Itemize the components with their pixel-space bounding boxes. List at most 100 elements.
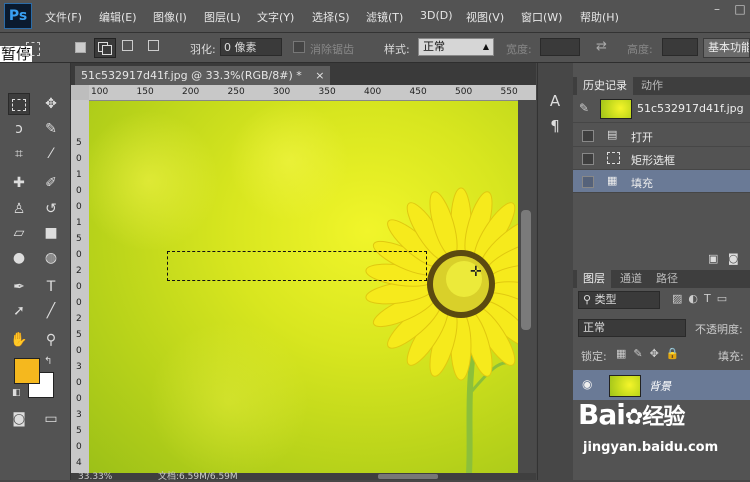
history-item-open[interactable]: ▤ 打开: [573, 124, 750, 147]
ruler-v-label: 2: [76, 266, 82, 276]
document-tab[interactable]: 51c532917d41f.jpg @ 33.3%(RGB/8#) * ×: [75, 66, 331, 85]
horizontal-scroll-thumb[interactable]: [378, 474, 438, 479]
layer-row-background[interactable]: ◉ 背景: [573, 370, 750, 400]
blur-tool-icon[interactable]: ●: [8, 247, 30, 269]
gradient-tool-icon[interactable]: ■: [40, 222, 62, 244]
menu-layer[interactable]: 图层(L): [204, 9, 241, 25]
vertical-scroll-thumb[interactable]: [521, 210, 531, 330]
ruler-v-label: 0: [76, 250, 82, 260]
history-item-label: 打开: [631, 131, 653, 144]
ruler-v-label: 1: [76, 170, 82, 180]
pen-tool-icon[interactable]: ✒: [8, 276, 30, 298]
add-selection-button[interactable]: [94, 38, 116, 58]
height-input[interactable]: [662, 38, 698, 56]
tab-paths[interactable]: 路径: [650, 270, 684, 288]
new-snapshot-icon[interactable]: ▣: [708, 252, 718, 265]
quick-mask-icon[interactable]: ◙: [8, 408, 30, 430]
tab-history[interactable]: 历史记录: [577, 77, 633, 95]
paw-icon: ✿: [624, 405, 643, 430]
menu-edit[interactable]: 编辑(E): [99, 9, 137, 25]
character-panel-icon[interactable]: A: [543, 90, 567, 112]
menu-select[interactable]: 选择(S): [312, 9, 350, 25]
foreground-color-swatch[interactable]: [14, 358, 40, 384]
subtract-selection-icon[interactable]: [122, 40, 133, 51]
document-icon: ▤: [607, 128, 618, 141]
swap-colors-icon[interactable]: ↰: [44, 356, 52, 367]
zoom-tool-icon[interactable]: ⚲: [40, 329, 62, 351]
workspace-button[interactable]: 基本功能: [703, 38, 750, 58]
history-item-marquee[interactable]: 矩形选框: [573, 147, 750, 170]
ruler-v-label: 5: [76, 234, 82, 244]
swap-icon[interactable]: ⇄: [596, 39, 607, 54]
search-icon: ⚲: [583, 293, 595, 306]
add-selection-icon-front: [102, 45, 112, 55]
maximize-button[interactable]: □: [728, 0, 750, 18]
layer-filter-icons[interactable]: ▨◐T▭: [672, 292, 733, 305]
menu-window[interactable]: 窗口(W): [521, 9, 562, 25]
width-input[interactable]: [540, 38, 580, 56]
baidu-logo: Bai✿经验: [578, 398, 685, 431]
brush-tool-icon[interactable]: ✐: [40, 172, 62, 194]
feather-input[interactable]: 0 像素: [220, 38, 282, 56]
crop-tool-icon[interactable]: ⌗: [8, 143, 30, 165]
eraser-tool-icon[interactable]: ▱: [8, 222, 30, 244]
history-item-checkbox[interactable]: [582, 176, 594, 188]
eyedropper-tool-icon[interactable]: ⁄: [40, 143, 62, 165]
line-tool-icon[interactable]: ╱: [40, 300, 62, 322]
hand-tool-icon[interactable]: ✋: [8, 329, 30, 351]
lock-icons[interactable]: ▦✎✥🔒: [616, 347, 687, 360]
history-brush-tool-icon[interactable]: ↺: [40, 198, 62, 220]
blend-mode-select[interactable]: 正常: [578, 319, 686, 337]
menu-image[interactable]: 图像(I): [153, 9, 187, 25]
ruler-v-label: 0: [76, 282, 82, 292]
snapshot-name: 51c532917d41f.jpg: [637, 102, 744, 115]
chevron-down-icon: ▲: [482, 42, 489, 51]
path-select-tool-icon[interactable]: ➚: [8, 300, 30, 322]
ruler-v-label: 5: [76, 426, 82, 436]
tab-actions[interactable]: 动作: [635, 77, 669, 95]
history-snapshot[interactable]: ✎ 51c532917d41f.jpg: [573, 96, 750, 123]
history-item-checkbox[interactable]: [582, 130, 594, 142]
new-selection-icon[interactable]: [75, 42, 86, 53]
lasso-tool-icon[interactable]: ↄ: [8, 118, 30, 140]
camera-icon[interactable]: ◙: [728, 252, 739, 265]
fill-icon: ▦: [607, 174, 618, 187]
width-label: 宽度:: [506, 43, 532, 56]
menu-type[interactable]: 文字(Y): [257, 9, 294, 25]
type-tool-icon[interactable]: T: [40, 276, 62, 298]
move-tool-icon[interactable]: ✥: [40, 93, 62, 115]
zoom-level[interactable]: 33.33%: [78, 473, 112, 482]
intersect-selection-icon[interactable]: [148, 40, 159, 51]
stamp-tool-icon[interactable]: ♙: [8, 198, 30, 220]
healing-tool-icon[interactable]: ✚: [8, 172, 30, 194]
style-select[interactable]: 正常 ▲: [418, 38, 494, 56]
ruler-v-label: 5: [76, 330, 82, 340]
close-icon[interactable]: ×: [315, 69, 324, 82]
history-item-fill[interactable]: ▦ 填充: [573, 170, 750, 193]
layer-filter-select[interactable]: ⚲ 类型: [578, 291, 660, 309]
menu-view[interactable]: 视图(V): [466, 9, 504, 25]
tab-layers[interactable]: 图层: [577, 270, 611, 288]
tab-channels[interactable]: 通道: [614, 270, 648, 288]
minimize-button[interactable]: –: [705, 0, 729, 18]
paragraph-panel-icon[interactable]: ¶: [543, 115, 567, 137]
screen-mode-icon[interactable]: ▭: [40, 408, 62, 430]
history-brush-source-icon[interactable]: ✎: [579, 101, 589, 115]
menu-3d[interactable]: 3D(D): [420, 9, 453, 22]
menu-help[interactable]: 帮助(H): [580, 9, 619, 25]
menu-file[interactable]: 文件(F): [45, 9, 82, 25]
quick-select-tool-icon[interactable]: ✎: [40, 118, 62, 140]
history-item-checkbox[interactable]: [582, 153, 594, 165]
antialias-checkbox[interactable]: [293, 41, 305, 53]
ruler-v-label: 5: [76, 138, 82, 148]
layer-name: 背景: [649, 380, 671, 393]
document-canvas[interactable]: [89, 101, 518, 473]
marquee-preset-icon[interactable]: [26, 42, 40, 56]
eye-icon[interactable]: ◉: [582, 377, 592, 391]
default-colors-icon[interactable]: ◧: [12, 388, 21, 398]
dodge-tool-icon[interactable]: ◍: [40, 247, 62, 269]
style-label: 样式:: [384, 43, 410, 56]
menu-filter[interactable]: 滤镜(T): [366, 9, 403, 25]
rect-marquee-tool-icon[interactable]: [8, 93, 30, 115]
rectangular-selection[interactable]: [167, 251, 427, 281]
